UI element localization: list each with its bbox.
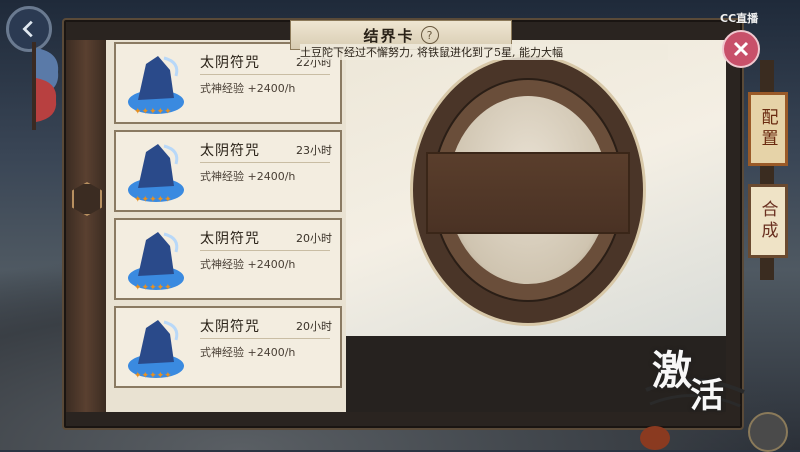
card-name: 太阴符咒 bbox=[200, 319, 260, 335]
divider bbox=[200, 338, 330, 339]
card-list[interactable]: ✦✦✦✦✦ 太阴符咒 22小时 式神经验 +2400/h ✦✦✦✦✦ 太阴符咒 … bbox=[106, 40, 346, 412]
card-name: 太阴符咒 bbox=[200, 55, 260, 71]
close-button[interactable] bbox=[722, 30, 760, 68]
card-item[interactable]: ✦✦✦✦✦ 太阴符咒 20小时 式神经验 +2400/h bbox=[114, 306, 342, 388]
card-bonus: 式神经验 +2400/h bbox=[200, 256, 295, 272]
talisman-card-icon: ✦✦✦✦✦ bbox=[128, 320, 184, 381]
close-icon bbox=[733, 41, 749, 57]
stream-watermark: CC直播 bbox=[720, 12, 759, 25]
talisman-card-icon: ✦✦✦✦✦ bbox=[128, 56, 184, 117]
activate-label-2: 活 bbox=[690, 376, 724, 416]
page-title: 结界卡 bbox=[363, 26, 415, 45]
card-time: 20小时 bbox=[296, 320, 332, 333]
bonus-value: +2400/h bbox=[247, 82, 296, 95]
bonus-label: 式神经验 bbox=[200, 82, 244, 95]
divider bbox=[200, 250, 330, 251]
scroll-pole bbox=[66, 40, 106, 412]
tab-synthesize[interactable]: 合成 bbox=[748, 184, 788, 258]
talisman-card-icon: ✦✦✦✦✦ bbox=[128, 232, 184, 293]
carp-streamer-icon bbox=[32, 42, 59, 130]
bonus-label: 式神经验 bbox=[200, 346, 244, 359]
talisman-card-icon: ✦✦✦✦✦ bbox=[128, 144, 184, 205]
activate-label-1: 激 bbox=[652, 347, 692, 394]
card-bonus: 式神经验 +2400/h bbox=[200, 80, 295, 96]
card-time: 20小时 bbox=[296, 232, 332, 245]
svg-text:✦✦✦✦✦: ✦✦✦✦✦ bbox=[134, 283, 172, 293]
card-bonus: 式神经验 +2400/h bbox=[200, 168, 295, 184]
help-icon[interactable]: ? bbox=[420, 26, 439, 44]
bonus-value: +2400/h bbox=[247, 170, 296, 183]
bonus-label: 式神经验 bbox=[200, 258, 244, 271]
bonus-label: 式神经验 bbox=[200, 170, 244, 183]
corner-ornament bbox=[640, 426, 670, 450]
back-arrow-icon bbox=[22, 20, 33, 38]
card-name: 太阴符咒 bbox=[200, 143, 260, 159]
card-item[interactable]: ✦✦✦✦✦ 太阴符咒 23小时 式神经验 +2400/h bbox=[114, 130, 342, 212]
card-item[interactable]: ✦✦✦✦✦ 太阴符咒 20小时 式神经验 +2400/h bbox=[114, 218, 342, 300]
announcement-marquee: 土豆陀下经过不懈努力, 将铁鼠进化到了5星, 能力大幅 bbox=[300, 44, 668, 60]
divider bbox=[200, 162, 330, 163]
shikigami-avatar-icon[interactable] bbox=[748, 412, 788, 452]
card-bonus: 式神经验 +2400/h bbox=[200, 344, 295, 360]
card-name: 太阴符咒 bbox=[200, 231, 260, 247]
svg-text:✦✦✦✦✦: ✦✦✦✦✦ bbox=[134, 195, 172, 205]
divider bbox=[200, 74, 330, 75]
svg-text:✦✦✦✦✦: ✦✦✦✦✦ bbox=[134, 107, 172, 117]
bonus-value: +2400/h bbox=[247, 346, 296, 359]
tab-config[interactable]: 配置 bbox=[748, 92, 788, 166]
svg-text:✦✦✦✦✦: ✦✦✦✦✦ bbox=[134, 371, 172, 381]
card-time: 23小时 bbox=[296, 144, 332, 157]
card-slot-bar[interactable] bbox=[426, 152, 630, 234]
bonus-value: +2400/h bbox=[247, 258, 296, 271]
